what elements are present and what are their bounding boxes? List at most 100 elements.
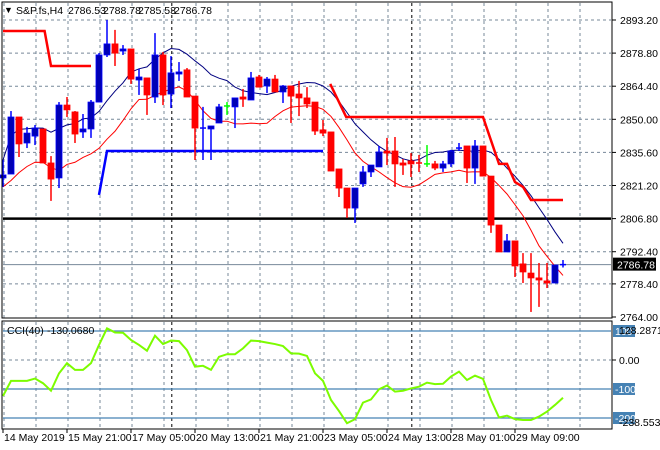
cci-title: CCI(40) [7, 325, 44, 337]
candle-body [215, 106, 223, 124]
candle-body [359, 171, 367, 185]
candle-body [95, 54, 103, 103]
y-tick-label: 2893.20 [620, 15, 658, 27]
y-tick-label: 2764.00 [620, 312, 658, 324]
candle-body [167, 72, 175, 95]
candle-body [23, 132, 31, 144]
y-tick-label: 2806.80 [620, 214, 658, 226]
candle-body [375, 151, 383, 168]
candle-body [327, 131, 335, 172]
candle-body [399, 162, 407, 166]
bear-candle [487, 175, 495, 233]
candle-body [519, 263, 527, 273]
candle-body [47, 162, 55, 180]
low-value: 2785.53 [138, 5, 176, 17]
cci-scale-max: 128.2871 [619, 325, 660, 337]
candle-body [391, 150, 399, 165]
bull-candle [7, 111, 15, 175]
bear-candle [495, 224, 503, 253]
y-tick-label: 2821.20 [620, 181, 658, 193]
y-tick-label: 2878.80 [620, 48, 658, 60]
candle-body [103, 43, 111, 56]
candle-body [239, 96, 247, 100]
candle-body [175, 71, 183, 75]
candle-body [511, 240, 519, 267]
candle-body [127, 48, 135, 80]
bull-candle [215, 103, 223, 124]
candle-body [191, 95, 199, 129]
candle-body [535, 277, 543, 281]
x-tick-label: 14 May 2019 [4, 432, 65, 444]
x-tick-label: 15 May 21:00 [68, 432, 132, 444]
candle-body [431, 163, 439, 169]
candle-body [159, 54, 167, 96]
candle-body [351, 187, 359, 209]
current-price-label: 2786.78 [617, 260, 655, 272]
bear-candle [255, 74, 263, 88]
bear-candle [311, 101, 319, 135]
candle-body [79, 128, 87, 133]
cci-header: CCI(40) -130.0680 [7, 325, 94, 337]
cci-current-value: -130.0680 [47, 325, 94, 337]
candle-body [503, 240, 511, 253]
candle-body [247, 77, 255, 101]
candle-body [111, 43, 119, 54]
candle-body [407, 160, 415, 165]
candle-body [135, 76, 143, 81]
cci-zero-label: 0.00 [619, 355, 640, 367]
x-tick-label: 28 May 01:00 [452, 432, 516, 444]
close-value: 2786.78 [174, 5, 212, 17]
candle-body [63, 104, 71, 111]
candle-body [255, 76, 263, 88]
collapse-arrow-icon[interactable]: ▼ [4, 5, 13, 15]
candle-body [383, 150, 391, 154]
x-tick-label: 20 May 13:00 [196, 432, 260, 444]
candle-body [55, 104, 63, 179]
high-value: 2788.78 [103, 5, 141, 17]
candle-body [271, 78, 279, 93]
bear-candle [39, 128, 47, 164]
y-tick-label: 2864.40 [620, 81, 658, 93]
chart-header: ▼ S&P.fs,H4 2786.53 2788.78 2785.53 2786… [4, 5, 212, 17]
candle-body [495, 224, 503, 253]
chart-window[interactable]: 2893.20 2878.80 2864.40 2850.00 2835.60 2821.… [0, 0, 660, 450]
candle-body [311, 101, 319, 132]
candle-body [287, 85, 295, 97]
bear-candle [327, 131, 335, 172]
candle-body [471, 145, 479, 169]
open-value: 2786.53 [68, 5, 106, 17]
candle-body [335, 168, 343, 189]
candle-body [367, 164, 375, 173]
y-tick-label: 2792.40 [620, 247, 658, 259]
x-tick-label: 23 May 05:00 [324, 432, 388, 444]
candle-body [231, 97, 239, 108]
candle-body [479, 145, 487, 177]
candle-body [295, 93, 303, 99]
x-tick-label: 29 May 09:00 [516, 432, 580, 444]
candle-body [207, 125, 215, 130]
candle-body [487, 175, 495, 226]
candle-body [447, 150, 455, 165]
x-tick-label: 17 May 05:00 [132, 432, 196, 444]
y-tick-label: 2850.00 [620, 114, 658, 126]
candle-body [543, 280, 551, 284]
candle-body [263, 78, 271, 87]
bull-candle [551, 264, 559, 284]
cci-level-label: -100 [615, 384, 636, 396]
bull-candle [55, 102, 63, 189]
x-tick-label: 21 May 21:00 [260, 432, 324, 444]
cci-scale-min: -238.5534 [619, 417, 660, 429]
candle-body [319, 129, 327, 134]
candle-body [0, 174, 7, 179]
candle-body [463, 145, 471, 169]
candle-body [303, 97, 311, 105]
bear-candle [127, 48, 135, 84]
candle-body [527, 272, 535, 279]
candle-body [343, 187, 351, 209]
bull-candle [95, 53, 103, 103]
y-tick-label: 2778.40 [620, 279, 658, 291]
candle-body [7, 116, 15, 175]
candle-body [31, 127, 39, 137]
candle-body [87, 101, 95, 130]
candle-body [119, 48, 127, 52]
